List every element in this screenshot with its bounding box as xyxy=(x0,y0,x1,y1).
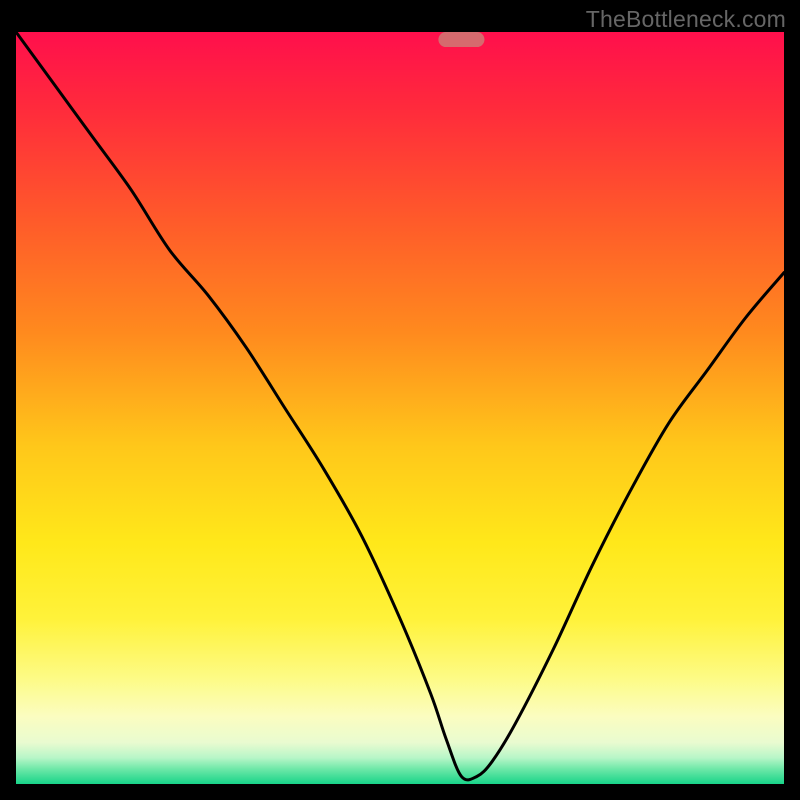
plot-background xyxy=(16,32,784,784)
chart-container: TheBottleneck.com xyxy=(0,0,800,800)
optimal-marker xyxy=(438,32,484,47)
bottleneck-chart xyxy=(0,0,800,800)
watermark-text: TheBottleneck.com xyxy=(586,6,786,33)
